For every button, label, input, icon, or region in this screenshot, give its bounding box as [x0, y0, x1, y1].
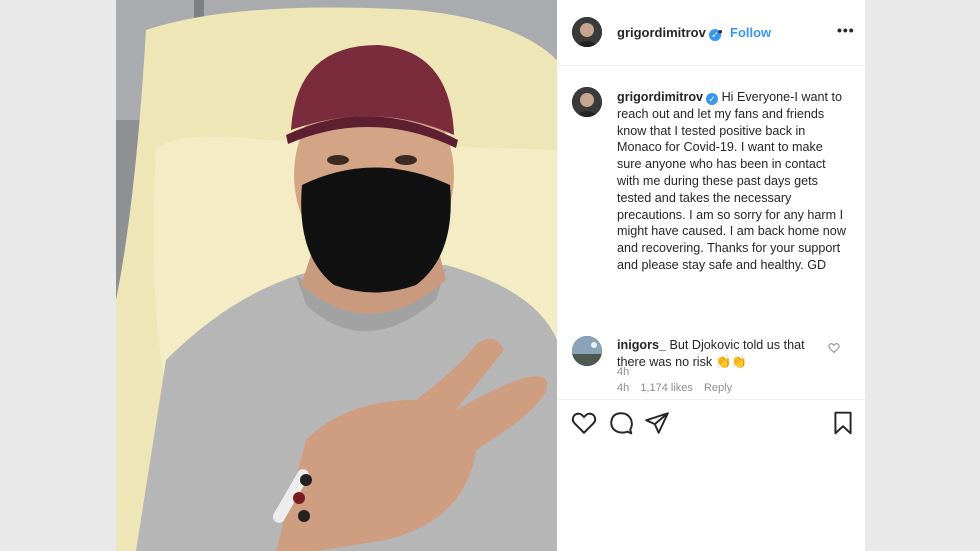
more-options-icon[interactable]: •••	[837, 22, 855, 38]
post-photo[interactable]	[116, 0, 557, 551]
avatar[interactable]	[572, 17, 602, 47]
verified-badge-icon: ✓	[706, 93, 719, 105]
reply-button[interactable]: Reply	[704, 382, 732, 394]
selfie-image	[116, 0, 557, 551]
comment-text: inigors_ But Djokovic told us that there…	[617, 337, 817, 371]
paper-plane-icon[interactable]	[644, 410, 670, 436]
commenter-avatar[interactable]	[572, 336, 602, 366]
comment-bubble-icon[interactable]	[608, 410, 634, 436]
caption-body: Hi Everyone-I want to reach out and let …	[617, 90, 846, 272]
comment-username[interactable]: inigors_	[617, 338, 666, 352]
screen: grigordimitrov ✓ • Follow ••• grigordimit…	[0, 0, 980, 551]
comment-likes[interactable]: 1,174 likes	[640, 382, 693, 394]
caption-username[interactable]: grigordimitrov	[617, 90, 703, 104]
caption-avatar[interactable]	[572, 87, 602, 117]
heart-icon[interactable]	[571, 410, 597, 436]
post-panel: grigordimitrov ✓ • Follow ••• grigordimit…	[557, 0, 865, 551]
post-header: grigordimitrov ✓ • Follow •••	[557, 0, 865, 66]
comment-meta: 4h 1,174 likes Reply	[617, 382, 740, 394]
comment-timestamp[interactable]: 4h	[617, 382, 629, 394]
small-heart-icon[interactable]	[828, 342, 840, 354]
bookmark-icon[interactable]	[830, 410, 856, 436]
post-username[interactable]: grigordimitrov ✓	[617, 25, 721, 41]
separator-dot: •	[718, 24, 723, 39]
action-bar	[557, 399, 865, 445]
caption-text: grigordimitrov ✓ Hi Everyone-I want to re…	[617, 89, 849, 274]
comment-item: inigors_ But Djokovic told us that there…	[557, 330, 865, 400]
follow-button[interactable]: Follow	[730, 25, 771, 40]
